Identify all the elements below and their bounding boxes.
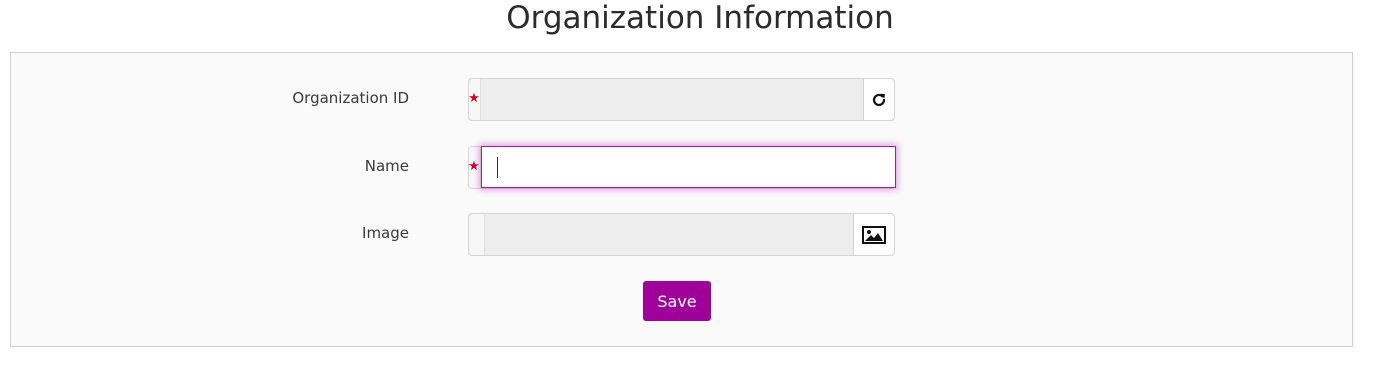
image-prefix-cell [469, 214, 485, 255]
required-star-icon: ★ [468, 159, 480, 174]
image-picker-button[interactable] [853, 214, 894, 255]
required-indicator: ★ [468, 147, 481, 188]
save-button[interactable]: Save [643, 281, 711, 321]
refresh-icon [872, 93, 886, 106]
image-field[interactable] [485, 214, 854, 255]
required-indicator: ★ [468, 79, 481, 120]
name-input[interactable] [481, 146, 896, 188]
image-icon [862, 225, 886, 244]
image-label: Image [362, 224, 409, 242]
image-group [468, 213, 895, 256]
organization-id-field[interactable] [481, 79, 864, 120]
organization-id-group: ★ [468, 78, 895, 121]
page-title: Organization Information [506, 0, 894, 36]
organization-form-panel: Organization ID ★ Name ★ Image Save [10, 52, 1353, 347]
text-cursor [497, 157, 498, 178]
name-group: ★ [468, 146, 896, 189]
name-label: Name [364, 157, 409, 175]
refresh-button[interactable] [863, 79, 894, 120]
organization-id-label: Organization ID [292, 89, 409, 107]
required-star-icon: ★ [468, 91, 480, 106]
